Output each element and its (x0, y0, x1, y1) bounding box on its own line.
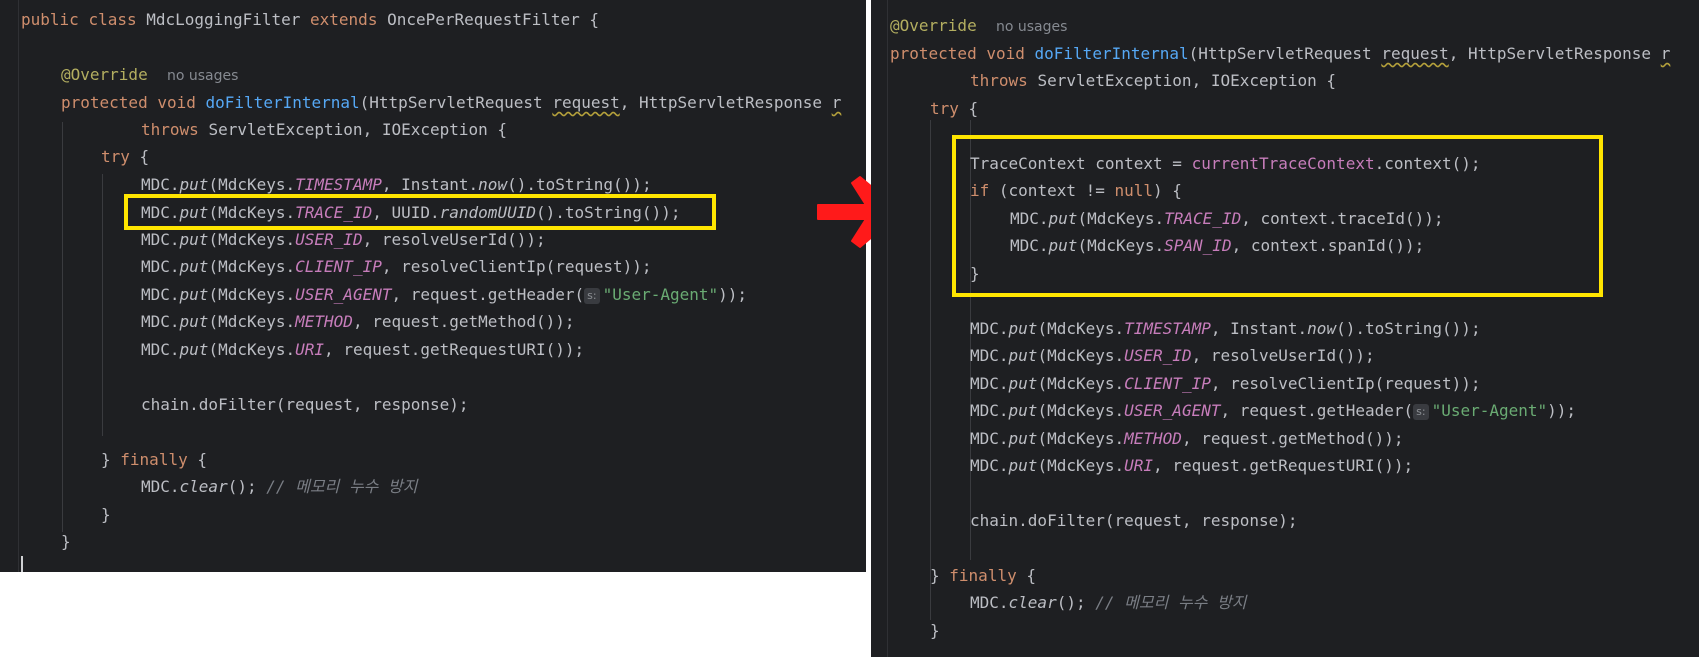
code-comment: // 메모리 누수 방지 (266, 477, 418, 496)
mdc-put-line: MDC.put(MdcKeys.URI, request.getRequestU… (970, 456, 1414, 475)
mdc-clear-line: MDC.clear(); // 메모리 누수 방지 (141, 477, 418, 496)
keyword: void (986, 44, 1025, 63)
mdc-put-line: MDC.put(MdcKeys.USER_AGENT, request.getH… (141, 285, 748, 304)
chain-line: chain.doFilter(request, response); (970, 511, 1298, 530)
mdc-put-line: MDC.put(MdcKeys.TIMESTAMP, Instant.now()… (970, 319, 1481, 338)
gutter-divider (18, 0, 19, 572)
right-code-editor[interactable]: @Override no usages protected void doFil… (871, 0, 1699, 657)
throws-line: throws ServletException, IOException { (141, 120, 507, 140)
finally-line: } finally { (101, 450, 207, 469)
keyword: throws (970, 71, 1028, 90)
mdc-put-line: MDC.put(MdcKeys.CLIENT_IP, resolveClient… (141, 257, 652, 276)
try-line: try { (930, 99, 979, 118)
mdc-put-line: MDC.put(MdcKeys.METHOD, request.getMetho… (970, 429, 1404, 448)
keyword: try (930, 99, 959, 118)
annotation-line: @Override no usages (61, 65, 238, 85)
mdc-put-line: MDC.put(MdcKeys.CLIENT_IP, resolveClient… (970, 374, 1481, 393)
mdc-put-line: MDC.put(MdcKeys.URI, request.getRequestU… (141, 340, 585, 359)
keyword: protected (61, 93, 148, 112)
mdc-put-line: MDC.put(MdcKeys.USER_ID, resolveUserId()… (141, 230, 546, 249)
param-name: r (831, 93, 842, 112)
mdc-clear-line: MDC.clear(); // 메모리 누수 방지 (970, 593, 1247, 612)
param-name: request (1381, 44, 1449, 63)
method-signature-line: protected void doFilterInternal(HttpServ… (61, 93, 841, 113)
try-line: try { (101, 147, 149, 167)
throws-list: ServletException, IOException { (208, 120, 508, 139)
brace: { (139, 147, 150, 166)
param-type: HttpServletResponse (639, 93, 823, 112)
keyword: extends (310, 10, 378, 29)
param-type: HttpServletResponse (1468, 44, 1652, 63)
keyword: protected (890, 44, 977, 63)
trace-context-highlight-box (952, 135, 1603, 297)
indent-guide (930, 120, 931, 620)
override-annotation: @Override (890, 16, 977, 35)
indent-guide (102, 174, 103, 436)
keyword: finally (120, 450, 188, 469)
left-code-editor[interactable]: public class MdcLoggingFilter extends On… (0, 0, 866, 572)
chain-line: chain.doFilter(request, response); (141, 395, 469, 414)
close-method-brace: } (61, 532, 71, 551)
separator: , (619, 93, 640, 112)
gutter-divider (887, 0, 888, 657)
method-name: doFilterInternal (205, 93, 360, 112)
parameter-hint: s: (584, 288, 600, 304)
param-name: request (552, 93, 620, 112)
keyword: throws (141, 120, 199, 139)
paren: ( (359, 93, 370, 112)
close-try-brace: } (101, 505, 111, 524)
method-signature-line: protected void doFilterInternal(HttpServ… (890, 44, 1671, 63)
mdc-put-line: MDC.put(MdcKeys.TIMESTAMP, Instant.now()… (141, 175, 652, 194)
param-type: HttpServletRequest (369, 93, 543, 112)
keyword: try (101, 147, 130, 166)
keyword: public (21, 10, 79, 29)
param-name: r (1660, 44, 1671, 63)
mdc-put-line: MDC.put(MdcKeys.USER_ID, resolveUserId()… (970, 346, 1375, 365)
class-name: MdcLoggingFilter (146, 10, 301, 29)
mdc-put-line: MDC.put(MdcKeys.USER_AGENT, request.getH… (970, 401, 1577, 420)
keyword: finally (949, 566, 1017, 585)
superclass-name: OncePerRequestFilter (387, 10, 580, 29)
usages-hint[interactable]: no usages (167, 68, 238, 84)
usages-hint[interactable]: no usages (996, 19, 1067, 35)
method-name: doFilterInternal (1034, 44, 1189, 63)
class-declaration-line: public class MdcLoggingFilter extends On… (21, 10, 599, 30)
code-comment: // 메모리 누수 방지 (1095, 593, 1247, 612)
trace-id-highlight-box (124, 194, 716, 230)
close-try-brace: } (930, 621, 940, 640)
annotation-line: @Override no usages (890, 16, 1067, 36)
keyword: void (157, 93, 196, 112)
brace: { (589, 10, 600, 29)
param-type: HttpServletRequest (1198, 44, 1372, 63)
override-annotation: @Override (61, 65, 148, 84)
indent-guide (62, 122, 63, 532)
mdc-put-line: MDC.put(MdcKeys.METHOD, request.getMetho… (141, 312, 575, 331)
finally-line: } finally { (930, 566, 1036, 585)
parameter-hint: s: (1413, 404, 1429, 420)
keyword: class (88, 10, 137, 29)
text-caret (21, 556, 23, 572)
throws-line: throws ServletException, IOException { (970, 71, 1337, 90)
